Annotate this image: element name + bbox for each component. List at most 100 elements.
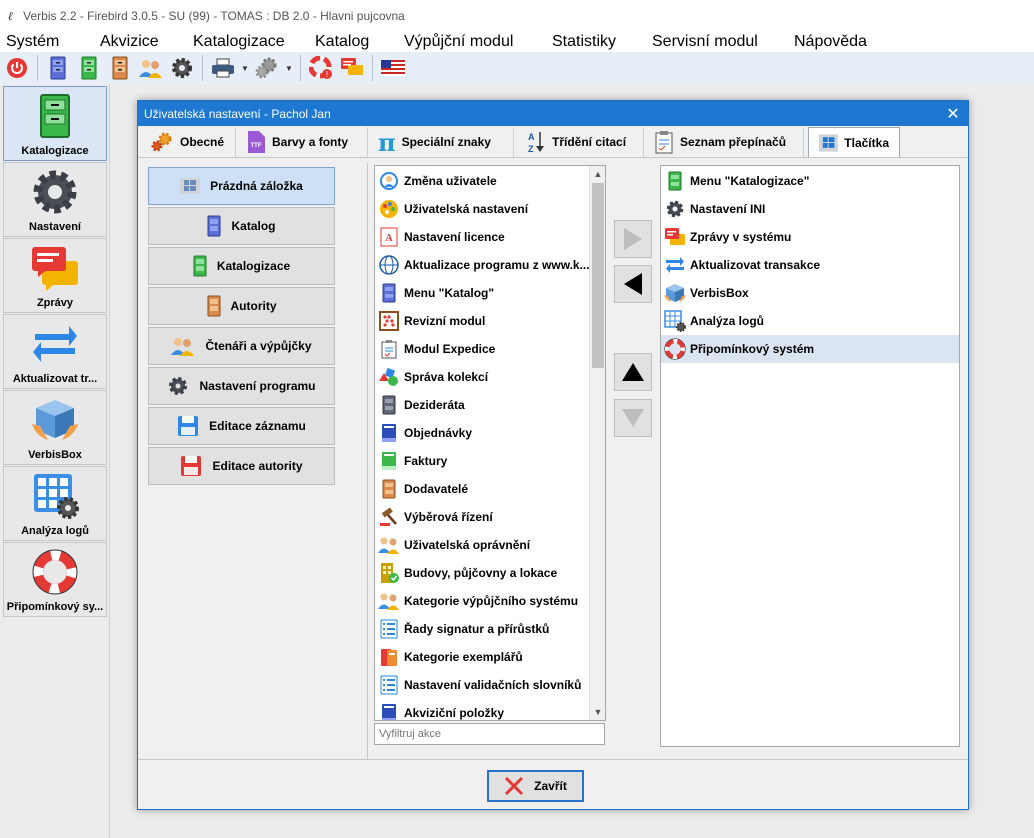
gear-icon[interactable] (168, 54, 196, 82)
list-item[interactable]: Výběrová řízení (375, 503, 605, 531)
sidebar-item-pripominkovy[interactable]: Připomínkový sy... (3, 542, 107, 617)
sidebar-item-analyza-logu[interactable]: Analýza logů (3, 466, 107, 541)
list-item[interactable]: Připomínkový systém (661, 335, 959, 363)
move-up-button[interactable] (614, 353, 652, 391)
list-item[interactable]: Akviziční položky (375, 699, 605, 720)
abacus-icon (378, 310, 400, 332)
tab-specialni-znaky[interactable]: π Speciální znaky (368, 127, 514, 157)
lifebuoy-icon[interactable]: ! (307, 54, 335, 82)
printer-icon[interactable] (209, 54, 237, 82)
list-item[interactable]: Nastavení validačních slovníků (375, 671, 605, 699)
list-item[interactable]: Budovy, půjčovny a lokace (375, 559, 605, 587)
menu-katalogizace[interactable]: Katalogizace (187, 32, 309, 52)
group-katalog[interactable]: Katalog (148, 207, 335, 245)
tab-barvy-a-fonty[interactable]: TTF Barvy a fonty (236, 127, 368, 157)
sidebar-item-label: Připomínkový sy... (6, 601, 104, 613)
sidebar-item-nastaveni[interactable]: Nastavení (3, 162, 107, 237)
scroll-down-icon[interactable]: ▼ (590, 704, 605, 720)
scrollbar-thumb[interactable] (592, 183, 604, 368)
list-item[interactable]: Kategorie výpůjčního systému (375, 587, 605, 615)
available-actions-items: Změna uživatele Uživatelská nastavení A Nas… (375, 166, 605, 720)
book-blue-icon (378, 702, 400, 720)
list-item[interactable]: Dezideráta (375, 391, 605, 419)
list-item[interactable]: Kategorie exemplářů (375, 643, 605, 671)
sidebar-item-zpravy[interactable]: Zprávy (3, 238, 107, 313)
menu-katalog[interactable]: Katalog (309, 32, 398, 52)
group-editace-zaznamu[interactable]: Editace záznamu (148, 407, 335, 445)
list-item[interactable]: Správa kolekcí (375, 363, 605, 391)
move-left-button[interactable] (614, 265, 652, 303)
tab-seznam-prepinacu[interactable]: Seznam přepínačů (644, 127, 804, 157)
chevron-down-icon[interactable]: ▼ (240, 64, 250, 73)
group-katalogizace[interactable]: Katalogizace (148, 247, 335, 285)
sidebar-item-verbisbox[interactable]: VerbisBox (3, 390, 107, 465)
move-down-button[interactable] (614, 399, 652, 437)
list-item[interactable]: Faktury (375, 447, 605, 475)
list-item[interactable]: Dodavatelé (375, 475, 605, 503)
list-item-label: Uživatelská oprávnění (404, 538, 531, 552)
ttf-icon: TTF (248, 131, 265, 153)
tab-trideni-citaci[interactable]: AZ Třídění citací (514, 127, 644, 157)
tab-obecne[interactable]: Obecné (140, 127, 236, 157)
floppy-red-icon (181, 456, 202, 476)
list-item[interactable]: Uživatelská oprávnění (375, 531, 605, 559)
menu-servisni-modul[interactable]: Servisní modul (646, 32, 788, 52)
list-item[interactable]: Změna uživatele (375, 167, 605, 195)
messages-icon (664, 226, 686, 248)
menu-vypujcni-modul[interactable]: Výpůjční modul (398, 32, 546, 52)
selected-actions-list[interactable]: Menu "Katalogizace" Nastavení INI Zprávy v… (660, 165, 960, 747)
move-right-button[interactable] (614, 220, 652, 258)
list-item-label: Uživatelská nastavení (404, 202, 529, 216)
catalog-orange-icon[interactable] (106, 54, 134, 82)
lifebuoy-icon (664, 338, 686, 360)
users-icon (378, 534, 400, 556)
svg-text:TTF: TTF (251, 143, 262, 149)
palette-icon (378, 198, 400, 220)
list-item[interactable]: VerbisBox (661, 279, 959, 307)
menu-system[interactable]: Systém (0, 32, 94, 52)
gear-icon (169, 377, 188, 395)
power-icon[interactable] (3, 54, 31, 82)
catalog-green-icon[interactable] (75, 54, 103, 82)
menu-akvizice[interactable]: Akvizice (94, 32, 187, 52)
windows-icon (819, 133, 839, 152)
list-item[interactable]: A Nastavení licence (375, 223, 605, 251)
list-item[interactable]: Nastavení INI (661, 195, 959, 223)
list-item[interactable]: Řady signatur a přírůstků (375, 615, 605, 643)
group-prazdna-zalozka[interactable]: Prázdná záložka (148, 167, 335, 205)
list-item[interactable]: Zprávy v systému (661, 223, 959, 251)
list-item[interactable]: Aktualizovat transakce (661, 251, 959, 279)
list-item[interactable]: Objednávky (375, 419, 605, 447)
close-button[interactable]: Zavřít (487, 770, 584, 802)
chevron-down-icon[interactable]: ▼ (284, 64, 294, 73)
close-icon[interactable]: ✕ (938, 101, 968, 126)
group-ctenari-a-vypujcky[interactable]: Čtenáři a výpůjčky (148, 327, 335, 365)
list-item[interactable]: Analýza logů (661, 307, 959, 335)
toolbar-separator (202, 55, 203, 81)
group-autority[interactable]: Autority (148, 287, 335, 325)
list-item[interactable]: Menu "Katalog" (375, 279, 605, 307)
scroll-up-icon[interactable]: ▲ (590, 166, 605, 182)
list-item[interactable]: Menu "Katalogizace" (661, 167, 959, 195)
menu-statistiky[interactable]: Statistiky (546, 32, 646, 52)
catalog-blue-icon[interactable] (44, 54, 72, 82)
filter-actions-input[interactable] (374, 723, 605, 745)
messages-icon (32, 247, 78, 291)
vertical-scrollbar[interactable]: ▲ ▼ (589, 166, 605, 720)
list-item[interactable]: Aktualizace programu z www.k... (375, 251, 605, 279)
sidebar-item-aktualizovat[interactable]: Aktualizovat tr... (3, 314, 107, 389)
sync-icon (664, 254, 686, 276)
group-editace-autority[interactable]: Editace autority (148, 447, 335, 485)
group-nastaveni-programu[interactable]: Nastavení programu (148, 367, 335, 405)
flag-icon[interactable] (379, 54, 407, 82)
tab-tlacitka[interactable]: Tlačítka (808, 127, 900, 157)
messages-icon[interactable] (338, 54, 366, 82)
gears-icon[interactable] (253, 54, 281, 82)
list-item[interactable]: Uživatelská nastavení (375, 195, 605, 223)
available-actions-list[interactable]: Změna uživatele Uživatelská nastavení A Nas… (374, 165, 606, 721)
users-icon[interactable] (137, 54, 165, 82)
menu-napoveda[interactable]: Nápověda (788, 32, 873, 52)
list-item[interactable]: Modul Expedice (375, 335, 605, 363)
list-item[interactable]: Revizní modul (375, 307, 605, 335)
sidebar-item-katalogizace[interactable]: Katalogizace (3, 86, 107, 161)
